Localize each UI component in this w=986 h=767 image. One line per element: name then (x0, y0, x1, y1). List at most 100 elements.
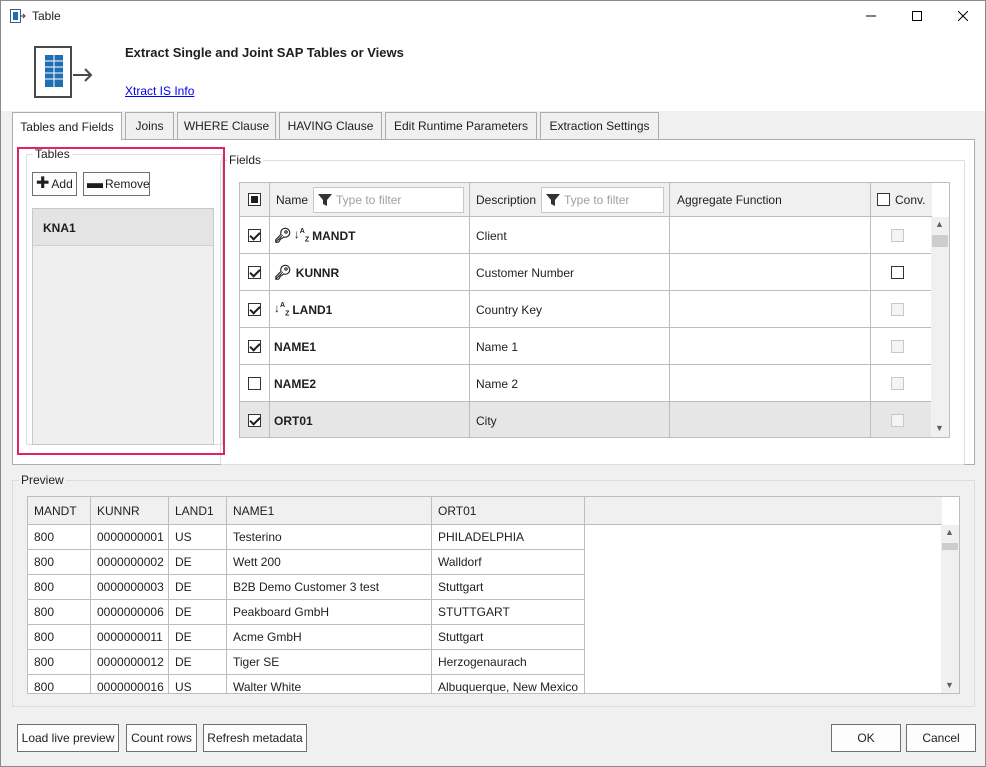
xtract-is-info-link[interactable]: Xtract IS Info (125, 84, 194, 98)
aggregate-function-column-header[interactable]: Aggregate Function (677, 183, 782, 217)
preview-column-header: LAND1 (169, 497, 227, 525)
minus-icon: ▬ (87, 175, 103, 192)
remove-table-button[interactable]: ▬ Remove (83, 172, 150, 196)
cancel-button[interactable]: Cancel (906, 724, 976, 752)
scroll-down-icon[interactable]: ▼ (945, 680, 954, 690)
fields-legend: Fields (227, 153, 264, 167)
preview-cell: Tiger SE (227, 650, 432, 675)
name-filter-placeholder: Type to filter (336, 193, 402, 207)
tab-extraction-settings[interactable]: Extraction Settings (540, 112, 659, 139)
preview-column-header: KUNNR (91, 497, 169, 525)
conv-all-checkbox[interactable] (877, 193, 890, 206)
field-name: MANDT (312, 228, 356, 243)
preview-cell: 0000000016 (91, 675, 169, 693)
field-description: Customer Number (476, 265, 575, 280)
field-select-checkbox[interactable] (248, 266, 261, 279)
field-row-name1[interactable]: NAME1 Name 1 (240, 328, 932, 365)
table-extract-logo-icon (34, 46, 93, 98)
name-filter-input[interactable]: Type to filter (313, 187, 464, 213)
tables-list[interactable]: KNA1 (32, 208, 214, 445)
preview-column-header: MANDT (28, 497, 91, 525)
tab-edit-runtime-parameters[interactable]: Edit Runtime Parameters (385, 112, 537, 139)
description-column-header[interactable]: Description (476, 183, 536, 217)
description-filter-placeholder: Type to filter (564, 193, 630, 207)
refresh-metadata-button[interactable]: Refresh metadata (203, 724, 307, 752)
field-name: NAME1 (274, 339, 317, 354)
field-description: Name 2 (476, 376, 519, 391)
conv-checkbox[interactable] (891, 266, 904, 279)
field-description: Name 1 (476, 339, 519, 354)
conv-column-header[interactable]: Conv. (895, 183, 925, 217)
field-row-land1[interactable]: ↓AZ LAND1 Country Key (240, 291, 932, 328)
field-select-checkbox[interactable] (248, 303, 261, 316)
ok-button[interactable]: OK (831, 724, 901, 752)
minimize-icon (866, 15, 876, 17)
preview-cell: DE (169, 650, 227, 675)
field-select-checkbox[interactable] (248, 414, 261, 427)
table-item-kna1[interactable]: KNA1 (33, 209, 213, 246)
name-column-header[interactable]: Name (276, 183, 308, 217)
scroll-down-icon[interactable]: ▼ (935, 423, 944, 433)
dialog-window: Table Extract Single and Joint SAP Table… (0, 0, 986, 767)
sort-ascending-icon: ↓AZ (274, 301, 290, 318)
tab-where-clause[interactable]: WHERE Clause (177, 112, 276, 139)
preview-cell: 800 (28, 575, 91, 600)
preview-cell: 800 (28, 650, 91, 675)
field-select-checkbox[interactable] (248, 340, 261, 353)
field-description: City (476, 413, 497, 428)
conv-checkbox (891, 303, 904, 316)
field-row-kunnr[interactable]: 🔑︎ KUNNR Customer Number (240, 254, 932, 291)
title-bar: Table (1, 1, 985, 31)
minimize-button[interactable] (848, 1, 894, 31)
field-name: ORT01 (274, 413, 313, 428)
preview-cell: DE (169, 600, 227, 625)
preview-legend: Preview (19, 473, 66, 487)
field-row-name2[interactable]: NAME2 Name 2 (240, 365, 932, 402)
preview-cell: 0000000001 (91, 525, 169, 550)
remove-label: Remove (105, 177, 150, 191)
dialog-heading: Extract Single and Joint SAP Tables or V… (125, 45, 404, 60)
field-select-checkbox[interactable] (248, 377, 261, 390)
preview-grid-header: MANDT KUNNR LAND1 NAME1 ORT01 (28, 497, 942, 525)
field-row-ort01[interactable]: ORT01 City (240, 402, 932, 437)
scroll-thumb[interactable] (932, 235, 948, 247)
load-live-preview-button[interactable]: Load live preview (17, 724, 119, 752)
field-row-mandt[interactable]: 🔑︎ ↓AZ MANDT Client (240, 217, 932, 254)
tab-tables-and-fields[interactable]: Tables and Fields (12, 112, 122, 140)
preview-cell: Acme GmbH (227, 625, 432, 650)
field-select-checkbox[interactable] (248, 229, 261, 242)
preview-cell: Stuttgart (432, 575, 585, 600)
preview-cell: 800 (28, 550, 91, 575)
preview-column-header: NAME1 (227, 497, 432, 525)
add-label: Add (51, 177, 73, 191)
plus-icon: ✚ (36, 175, 50, 192)
filter-icon (318, 194, 332, 206)
conv-checkbox (891, 229, 904, 242)
table-app-icon (10, 9, 26, 23)
preview-cell: 0000000012 (91, 650, 169, 675)
tab-having-clause[interactable]: HAVING Clause (279, 112, 382, 139)
count-rows-button[interactable]: Count rows (126, 724, 197, 752)
preview-column-header: ORT01 (432, 497, 585, 525)
preview-cell: Herzogenaurach (432, 650, 585, 675)
key-icon: 🔑︎ (274, 227, 292, 243)
select-all-checkbox[interactable] (248, 193, 261, 206)
conv-checkbox (891, 340, 904, 353)
fields-vertical-scrollbar[interactable]: ▲ ▼ (931, 217, 949, 437)
scroll-up-icon[interactable]: ▲ (935, 219, 944, 229)
fields-grid: Name Type to filter Description Type to … (239, 182, 950, 438)
maximize-button[interactable] (894, 1, 940, 31)
preview-vertical-scrollbar[interactable]: ▲ ▼ (941, 525, 959, 693)
preview-cell: Albuquerque, New Mexico (432, 675, 585, 693)
scroll-up-icon[interactable]: ▲ (945, 527, 954, 537)
preview-cell: Wett 200 (227, 550, 432, 575)
preview-cell: 0000000002 (91, 550, 169, 575)
tab-joins[interactable]: Joins (125, 112, 174, 139)
scroll-thumb[interactable] (942, 543, 958, 550)
close-button[interactable] (940, 1, 986, 31)
preview-cell: 0000000003 (91, 575, 169, 600)
preview-grid: MANDT KUNNR LAND1 NAME1 ORT01 800 0000000… (27, 496, 960, 694)
tables-legend: Tables (33, 147, 72, 161)
description-filter-input[interactable]: Type to filter (541, 187, 664, 213)
add-table-button[interactable]: ✚ Add (32, 172, 77, 196)
